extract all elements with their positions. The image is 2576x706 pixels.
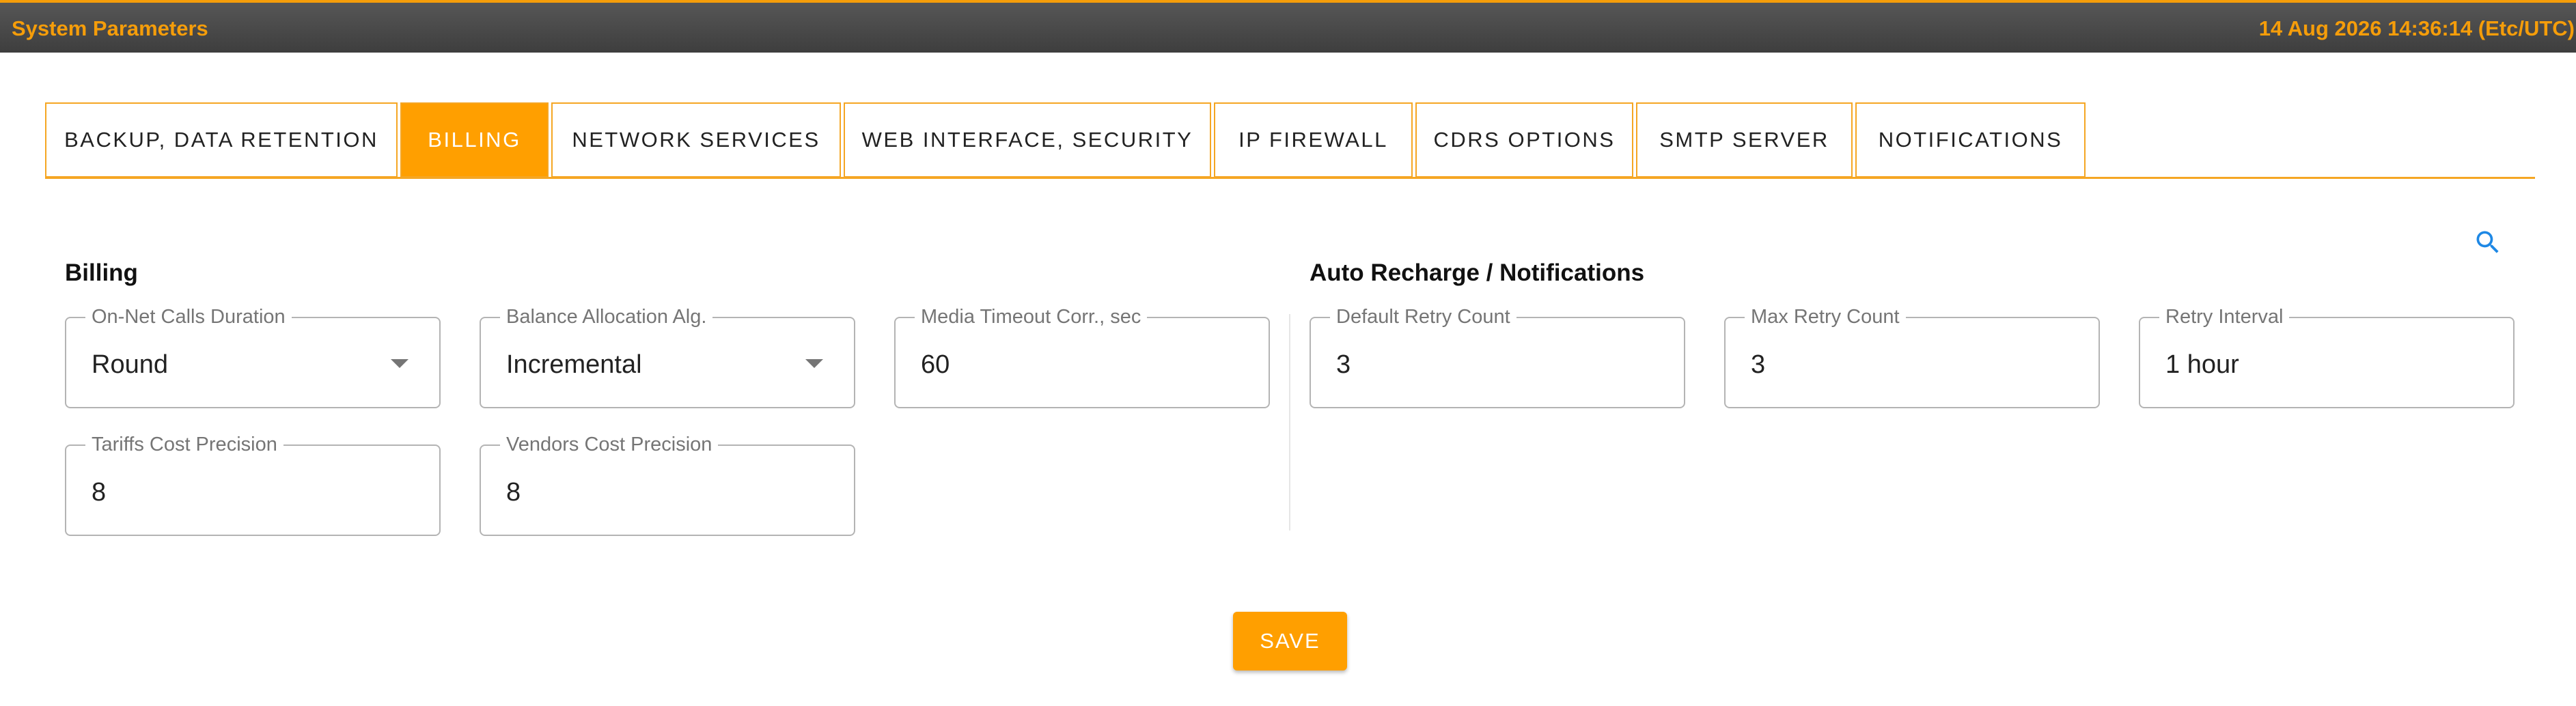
field-label: Tariffs Cost Precision — [85, 433, 283, 456]
tab-network-services[interactable]: NETWORK SERVICES — [551, 102, 841, 178]
title-bar: System Parameters 14 Aug 2026 14:36:14 (… — [0, 0, 2576, 53]
field-label: Retry Interval — [2159, 305, 2290, 328]
tab-ip-firewall[interactable]: IP FIREWALL — [1214, 102, 1413, 178]
tab-cdrs-options[interactable]: CDRS OPTIONS — [1415, 102, 1633, 178]
page-title: System Parameters — [12, 16, 208, 40]
field-label: Media Timeout Corr., sec — [915, 305, 1148, 328]
tab-web-interface-security[interactable]: WEB INTERFACE, SECURITY — [844, 102, 1211, 178]
max-retry-count-input[interactable]: Max Retry Count 3 — [1724, 305, 2100, 408]
field-value: 8 — [506, 478, 521, 507]
dropdown-arrow-icon — [805, 359, 823, 368]
tab-billing[interactable]: BILLING — [400, 102, 549, 178]
field-value: 60 — [921, 350, 950, 379]
field-value: 3 — [1336, 350, 1351, 379]
search-icon[interactable] — [2473, 227, 2503, 257]
system-clock: 14 Aug 2026 14:36:14 (Etc/UTC) — [2258, 16, 2575, 40]
tab-notifications[interactable]: NOTIFICATIONS — [1855, 102, 2086, 178]
field-value: 1 hour — [2165, 350, 2239, 379]
field-value: 8 — [92, 478, 107, 507]
field-value: Round — [92, 350, 168, 379]
billing-section-title: Billing — [65, 259, 138, 286]
field-value: 3 — [1751, 350, 1766, 379]
retry-interval-input[interactable]: Retry Interval 1 hour — [2139, 305, 2515, 408]
tab-backup-data-retention[interactable]: BACKUP, DATA RETENTION — [45, 102, 398, 178]
vendors-cost-precision-input[interactable]: Vendors Cost Precision 8 — [480, 433, 855, 536]
default-retry-count-input[interactable]: Default Retry Count 3 — [1310, 305, 1685, 408]
media-timeout-corr-input[interactable]: Media Timeout Corr., sec 60 — [894, 305, 1270, 408]
tabs-underline — [45, 177, 2535, 179]
balance-allocation-alg-select[interactable]: Balance Allocation Alg. Incremental — [480, 305, 855, 408]
tab-smtp-server[interactable]: SMTP SERVER — [1636, 102, 1853, 178]
tariffs-cost-precision-input[interactable]: Tariffs Cost Precision 8 — [65, 433, 441, 536]
field-label: On-Net Calls Duration — [85, 305, 292, 328]
settings-tabs: BACKUP, DATA RETENTION BILLING NETWORK S… — [45, 102, 2088, 178]
field-label: Default Retry Count — [1330, 305, 1516, 328]
dropdown-arrow-icon — [391, 359, 408, 368]
field-value: Incremental — [506, 350, 642, 379]
section-divider — [1289, 314, 1290, 531]
field-label: Balance Allocation Alg. — [500, 305, 713, 328]
save-button[interactable]: SAVE — [1233, 612, 1347, 670]
auto-recharge-section-title: Auto Recharge / Notifications — [1310, 259, 1645, 286]
field-label: Max Retry Count — [1745, 305, 1906, 328]
on-net-calls-duration-select[interactable]: On-Net Calls Duration Round — [65, 305, 441, 408]
field-label: Vendors Cost Precision — [500, 433, 719, 456]
